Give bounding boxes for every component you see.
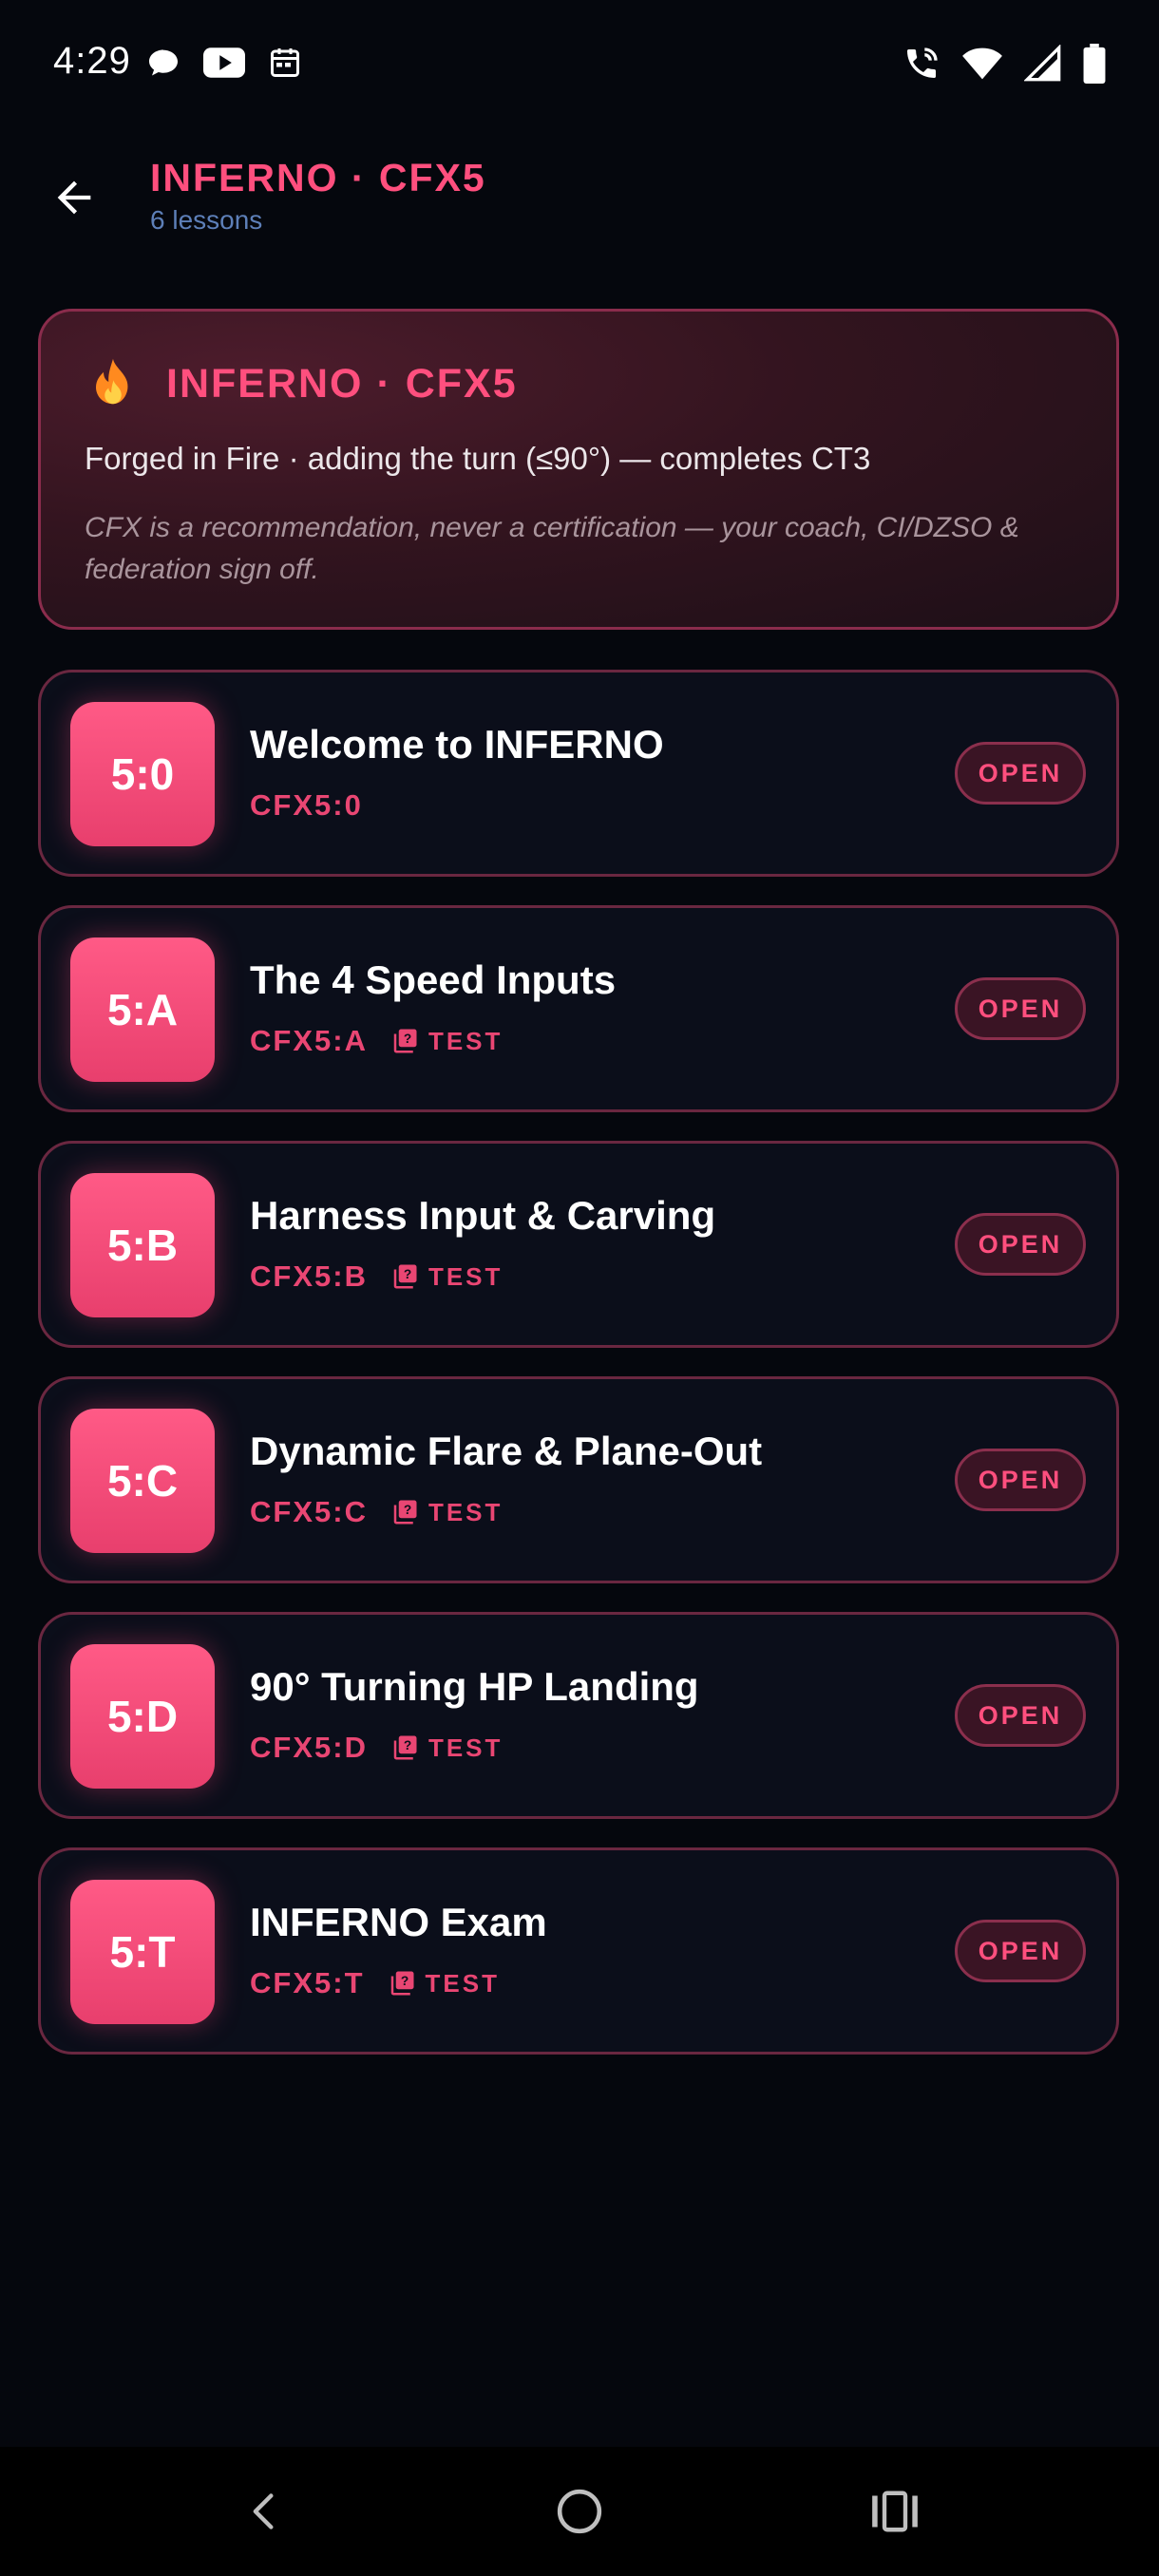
youtube-icon <box>203 47 245 78</box>
lesson-count: 6 lessons <box>150 205 263 235</box>
open-button[interactable]: OPEN <box>955 1449 1086 1511</box>
status-bar: 4:29 <box>0 0 1159 133</box>
lesson-badge: 5:A <box>70 938 215 1082</box>
chat-bubble-icon <box>149 49 178 76</box>
open-button[interactable]: OPEN <box>955 1920 1086 1982</box>
test-tag: ? TEST <box>388 1969 500 1998</box>
lesson-meta: CFX5:C? TEST <box>250 1495 503 1529</box>
lesson-title: Harness Input & Carving <box>250 1193 716 1238</box>
lesson-title: INFERNO Exam <box>250 1900 547 1944</box>
arrow-left-icon <box>57 180 91 215</box>
lesson-meta: CFX5:0 <box>250 788 363 823</box>
test-tag: ? TEST <box>390 1262 503 1292</box>
lesson-meta: CFX5:T? TEST <box>250 1966 500 2000</box>
lessons-screen: 4:29 INFERNO · CFX5 6 lessons INFERNO · … <box>0 0 1159 2576</box>
test-tag: ? TEST <box>390 1733 503 1763</box>
test-label: TEST <box>428 1497 504 1526</box>
quiz-icon: ? <box>393 1264 417 1289</box>
system-nav-bar <box>0 2447 1159 2576</box>
lesson-badge: 5:0 <box>70 702 215 846</box>
lesson-meta: CFX5:B? TEST <box>250 1260 503 1294</box>
svg-text:?: ? <box>404 1503 411 1517</box>
quiz-icon: ? <box>393 1029 417 1053</box>
lesson-meta: CFX5:A? TEST <box>250 1024 503 1058</box>
hero-description: Forged in Fire · adding the turn (≤90°) … <box>85 441 871 476</box>
hero-title: INFERNO · CFX5 <box>166 360 518 407</box>
quiz-icon: ? <box>393 1500 417 1525</box>
lesson-badge: 5:B <box>70 1173 215 1317</box>
calendar-icon <box>271 48 299 77</box>
test-tag: ? TEST <box>390 1498 503 1527</box>
lesson-card[interactable]: 5:0 Welcome to INFERNO CFX5:0 OPEN <box>38 670 1119 877</box>
lesson-code: CFX5:0 <box>250 788 363 822</box>
open-button[interactable]: OPEN <box>955 742 1086 805</box>
lesson-card[interactable]: 5:D 90° Turning HP Landing CFX5:D? TEST OPEN <box>38 1612 1119 1819</box>
lesson-title: Welcome to INFERNO <box>250 722 664 767</box>
lesson-code: CFX5:D <box>250 1731 368 1764</box>
wifi-call-icon <box>907 47 938 78</box>
lesson-card[interactable]: 5:C Dynamic Flare & Plane-Out CFX5:C? TEST O… <box>38 1376 1119 1583</box>
lesson-title: Dynamic Flare & Plane-Out <box>250 1429 763 1473</box>
test-tag: ? TEST <box>390 1027 503 1056</box>
hero-header: INFERNO · CFX5 <box>85 355 518 412</box>
test-label: TEST <box>425 1968 500 1998</box>
battery-icon <box>1083 44 1106 84</box>
lesson-card[interactable]: 5:B Harness Input & Carving CFX5:B? TEST OPE… <box>38 1141 1119 1348</box>
nav-recents-button[interactable] <box>819 2447 971 2576</box>
test-label: TEST <box>428 1261 504 1291</box>
lesson-code: CFX5:T <box>250 1966 365 1999</box>
lesson-code: CFX5:B <box>250 1260 368 1293</box>
recents-icon <box>872 2491 918 2532</box>
lesson-badge: 5:C <box>70 1409 215 1553</box>
status-right-icons <box>902 44 1106 84</box>
nav-home-button[interactable] <box>504 2447 656 2576</box>
lesson-list: 5:0 Welcome to INFERNO CFX5:0 OPEN 5:A The 4 … <box>38 670 1119 2083</box>
open-button[interactable]: OPEN <box>955 1684 1086 1747</box>
lesson-code: CFX5:A <box>250 1024 368 1057</box>
fire-icon <box>96 358 128 405</box>
svg-text:?: ? <box>404 1738 411 1752</box>
home-circle-icon <box>557 2489 602 2534</box>
lesson-code: CFX5:C <box>250 1495 368 1528</box>
status-time: 4:29 <box>53 40 131 82</box>
svg-text:?: ? <box>400 1974 408 1988</box>
chevron-left-icon <box>253 2493 274 2529</box>
wifi-icon <box>962 47 1002 80</box>
test-label: TEST <box>428 1026 504 1055</box>
course-hero-card: INFERNO · CFX5 Forged in Fire · adding t… <box>38 309 1119 630</box>
quiz-icon: ? <box>390 1971 413 1996</box>
lesson-title: The 4 Speed Inputs <box>250 957 617 1002</box>
svg-text:?: ? <box>404 1267 411 1281</box>
lesson-meta: CFX5:D? TEST <box>250 1731 503 1765</box>
quiz-icon: ? <box>393 1735 417 1760</box>
nav-back-button[interactable] <box>188 2447 340 2576</box>
test-label: TEST <box>428 1733 504 1762</box>
back-button[interactable] <box>38 161 110 234</box>
open-button[interactable]: OPEN <box>955 1213 1086 1276</box>
svg-text:?: ? <box>404 1032 411 1046</box>
signal-icon <box>1024 45 1061 82</box>
status-left-icons <box>146 46 302 80</box>
app-bar: INFERNO · CFX5 6 lessons <box>0 142 1159 256</box>
open-button[interactable]: OPEN <box>955 977 1086 1040</box>
page-title: INFERNO · CFX5 <box>150 156 486 199</box>
lesson-title: 90° Turning HP Landing <box>250 1664 699 1709</box>
hero-disclaimer: CFX is a recommendation, never a certifi… <box>85 512 1019 585</box>
lesson-badge: 5:T <box>70 1880 215 2024</box>
lesson-badge: 5:D <box>70 1644 215 1789</box>
lesson-card[interactable]: 5:A The 4 Speed Inputs CFX5:A? TEST OPEN <box>38 905 1119 1112</box>
lesson-card[interactable]: 5:T INFERNO Exam CFX5:T? TEST OPEN <box>38 1847 1119 2055</box>
